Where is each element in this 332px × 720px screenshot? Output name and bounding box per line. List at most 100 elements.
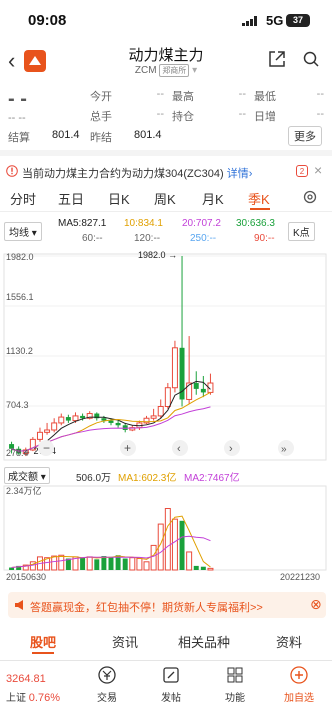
warning-icon xyxy=(6,165,18,177)
tab-monthly-k[interactable]: 月K xyxy=(202,189,224,208)
close-icon[interactable]: × xyxy=(314,162,322,178)
candle-body xyxy=(122,425,128,430)
contract-notice[interactable]: 当前动力煤主力合约为动力煤304(ZC304) 详情› 2 × xyxy=(0,150,332,180)
candle-body xyxy=(80,415,86,419)
field-label: 今开 xyxy=(90,91,112,103)
network-label: 5G xyxy=(266,13,284,28)
candle-body xyxy=(115,422,121,426)
nav-label: 功能 xyxy=(225,693,245,704)
candle-body xyxy=(44,429,51,433)
banner-text: 答题赢现金，红包抽不停！期货新人专属福利>> xyxy=(30,602,263,614)
volume-bar xyxy=(164,508,171,571)
notice-detail-link[interactable]: 详情 xyxy=(227,168,249,180)
volume-bar xyxy=(136,558,143,571)
volume-bar xyxy=(9,567,15,570)
tab-weekly-k[interactable]: 周K xyxy=(154,189,176,208)
svg-text:+: + xyxy=(124,441,131,455)
chart-controls: − + ‹ › » xyxy=(38,440,294,456)
volume-bar xyxy=(150,544,157,571)
tab-active-indicator xyxy=(250,208,270,210)
volume-bar xyxy=(80,557,86,570)
last-price: - - xyxy=(8,88,27,110)
quote-panel: - - -- -- 今开 -- 最高 -- 最低 -- 总手 -- 持仓 -- … xyxy=(0,82,332,148)
indicator-selector-label: 均线 xyxy=(9,228,29,239)
candlestick-chart[interactable]: 1982.0 1556.1 1130.2 704.3 278.4 1982.0 … xyxy=(0,250,332,462)
index-percent: 0.76% xyxy=(28,692,60,704)
svg-text:−: − xyxy=(43,441,50,455)
prev-settle-value: 801.4 xyxy=(134,129,162,141)
gear-icon[interactable] xyxy=(302,189,318,205)
volume-bar xyxy=(171,518,178,571)
svg-text:»: » xyxy=(281,444,287,455)
volume-max-label: 2.34万亿 xyxy=(6,485,42,496)
x-start-label: 20150630 xyxy=(6,572,46,582)
notice-count-badge: 2 xyxy=(296,165,308,177)
chevron-down-icon[interactable]: ▾ xyxy=(192,65,197,76)
volume-bar xyxy=(143,561,150,571)
close-icon[interactable]: ⊗ xyxy=(310,596,322,613)
ma90-label: 90:-- xyxy=(254,233,275,244)
ma250-label: 250:-- xyxy=(190,233,217,244)
nav-function[interactable]: 功能 xyxy=(210,665,260,704)
volume-bar xyxy=(200,566,206,570)
nav-add-watchlist[interactable]: 加自选 xyxy=(274,665,324,704)
ma20-label: 20:707.2 xyxy=(182,218,221,229)
settle-label: 结算 xyxy=(8,132,30,144)
nav-post[interactable]: 发帖 xyxy=(146,665,196,704)
candle-body xyxy=(72,415,79,422)
x-end-label: 20221230 xyxy=(280,572,320,582)
tab-news[interactable]: 资讯 xyxy=(112,632,138,651)
volume-bar xyxy=(207,567,214,571)
volume-bar xyxy=(179,520,185,570)
max-price-label: 1982.0 → xyxy=(138,250,177,260)
tab-quarterly-k[interactable]: 季K xyxy=(248,189,270,208)
tab-profile[interactable]: 资料 xyxy=(276,632,302,651)
candle-body xyxy=(157,406,164,417)
more-button[interactable]: 更多 xyxy=(288,126,322,146)
volume-bar xyxy=(58,554,65,571)
field-label: 最低 xyxy=(254,91,276,103)
y-tick-label: 704.3 xyxy=(6,400,29,410)
promo-banner[interactable]: 答题赢现金，红包抽不停！期货新人专属福利>> ⊗ xyxy=(8,592,326,618)
index-line: 上证 0.76% xyxy=(6,689,60,704)
yen-icon xyxy=(98,666,116,684)
volume-ma1: MA1:602.3亿 xyxy=(118,473,177,484)
tab-minute[interactable]: 分时 xyxy=(10,189,36,208)
field-value: -- xyxy=(156,108,164,120)
field-label: 持仓 xyxy=(172,111,194,123)
notice-message: 当前动力煤主力合约为动力煤304(ZC304) xyxy=(22,168,224,180)
volume-bar xyxy=(129,557,136,571)
candle-body xyxy=(200,388,206,393)
field-label: 总手 xyxy=(90,111,112,123)
tab-related[interactable]: 相关品种 xyxy=(178,632,230,651)
chevron-right-icon: › xyxy=(248,168,253,180)
volume-ma2: MA2:7467亿 xyxy=(184,473,240,484)
ma5-label: MA5:827.1 xyxy=(58,218,107,229)
content-tabs: 股吧 资讯 相关品种 资料 xyxy=(0,622,332,656)
tab-forum[interactable]: 股吧 xyxy=(30,632,56,651)
indicator-selector[interactable]: 均线 ▾ xyxy=(4,222,42,241)
contract-code: ZCM xyxy=(134,65,157,76)
notice-text: 当前动力煤主力合约为动力煤304(ZC304) 详情› xyxy=(22,165,252,181)
nav-trade[interactable]: 交易 xyxy=(82,665,132,704)
k-point-button[interactable]: K点 xyxy=(288,222,315,241)
volume-bar xyxy=(86,556,93,571)
share-icon[interactable] xyxy=(268,50,286,73)
volume-bar xyxy=(193,565,199,570)
field-value: -- xyxy=(238,108,246,120)
tab-daily-k[interactable]: 日K xyxy=(108,189,130,208)
svg-text:‹: ‹ xyxy=(177,443,181,455)
ma-legend: 均线 ▾ MA5:827.1 10:834.1 20:707.2 30:636.… xyxy=(0,216,332,248)
index-ticker[interactable]: 3264.81 上证 0.76% xyxy=(6,673,60,704)
volume-bar xyxy=(186,551,193,571)
volume-selector[interactable]: 成交额 ▾ xyxy=(4,467,50,484)
nav-label: 交易 xyxy=(97,693,117,704)
exchange-badge: 郑商所 xyxy=(159,64,190,77)
candle-body xyxy=(58,416,65,424)
search-icon[interactable] xyxy=(302,50,320,73)
volume-chart[interactable]: 2.34万亿 20150630 20221230 xyxy=(0,484,332,584)
tab-five-day[interactable]: 五日 xyxy=(58,189,84,208)
settle-value: 801.4 xyxy=(52,129,80,141)
candle-body xyxy=(150,415,157,419)
candle-body xyxy=(164,387,171,408)
